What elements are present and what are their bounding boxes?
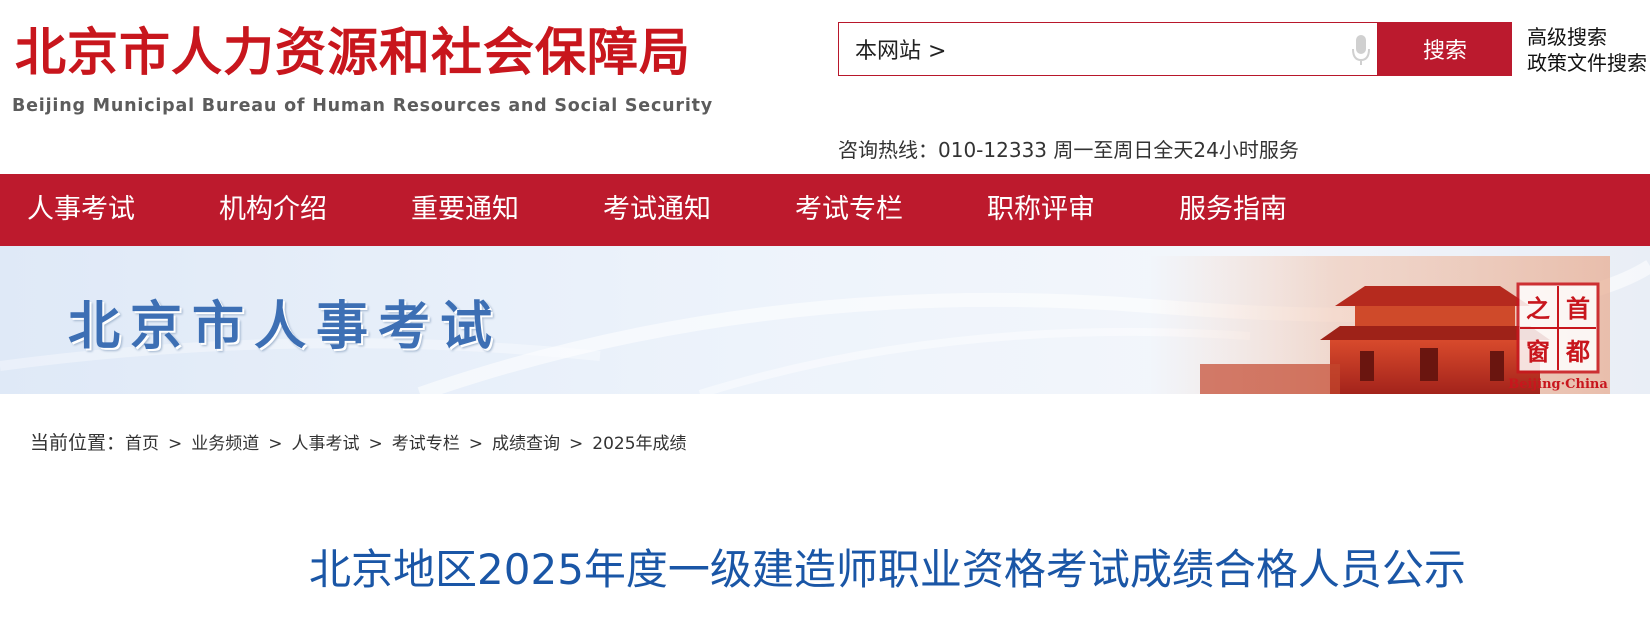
nav-item-title-review[interactable]: 职称评审 [987, 174, 1095, 246]
nav-item-service-guide[interactable]: 服务指南 [1179, 174, 1287, 246]
search-button[interactable]: 搜索 [1378, 22, 1512, 76]
nav-item-exam[interactable]: 人事考试 [27, 174, 135, 246]
banner-title: 北京市人事考试 [68, 297, 503, 357]
article-title: 北京地区2025年度一级建造师职业资格考试成绩合格人员公示 [309, 545, 1466, 594]
breadcrumb-exam-column[interactable]: 考试专栏 [392, 434, 460, 454]
seal-char-2: 都 [1565, 338, 1590, 366]
microphone-icon[interactable] [1351, 33, 1371, 67]
breadcrumb-home[interactable]: 首页 [125, 434, 159, 454]
breadcrumb-2025-scores[interactable]: 2025年成绩 [592, 434, 686, 454]
breadcrumb-score-query[interactable]: 成绩查询 [492, 434, 560, 454]
search-input[interactable]: 本网站 > [838, 22, 1378, 76]
nav-item-notices[interactable]: 重要通知 [411, 174, 519, 246]
banner: 首 都 之 窗 Beijing·China 北京市人事考试 [0, 246, 1650, 394]
breadcrumb-label: 当前位置： [30, 432, 126, 454]
logo-chinese-name: 北京市人力资源和社会保障局 [15, 24, 692, 83]
nav-item-about[interactable]: 机构介绍 [219, 174, 327, 246]
advanced-search-link[interactable]: 高级搜索 [1527, 24, 1647, 50]
breadcrumb: 当前位置：首页 > 业务频道 > 人事考试 > 考试专栏 > 成绩查询 >2025年成绩 [30, 432, 687, 454]
search-scope-selector[interactable]: 本网站 > [855, 33, 946, 65]
nav-item-exam-column[interactable]: 考试专栏 [795, 174, 903, 246]
hotline-text: 咨询热线：010-12333 周一至周日全天24小时服务 [838, 138, 1299, 162]
seal-char-3: 之 [1526, 295, 1550, 323]
policy-search-link[interactable]: 政策文件搜索 [1527, 50, 1647, 76]
nav-item-exam-notices[interactable]: 考试通知 [603, 174, 711, 246]
breadcrumb-business-channel[interactable]: 业务频道 [191, 434, 259, 454]
seal-char-1: 首 [1566, 295, 1590, 323]
seal-english: Beijing·China [1508, 377, 1608, 392]
breadcrumb-personnel-exam[interactable]: 人事考试 [292, 434, 360, 454]
main-nav: 人事考试 机构介绍 重要通知 考试通知 考试专栏 职称评审 服务指南 [0, 174, 1650, 246]
search-links: 高级搜索 政策文件搜索 [1527, 24, 1647, 76]
seal-char-4: 窗 [1526, 338, 1550, 366]
logo-english-name: Beijing Municipal Bureau of Human Resour… [12, 96, 714, 116]
